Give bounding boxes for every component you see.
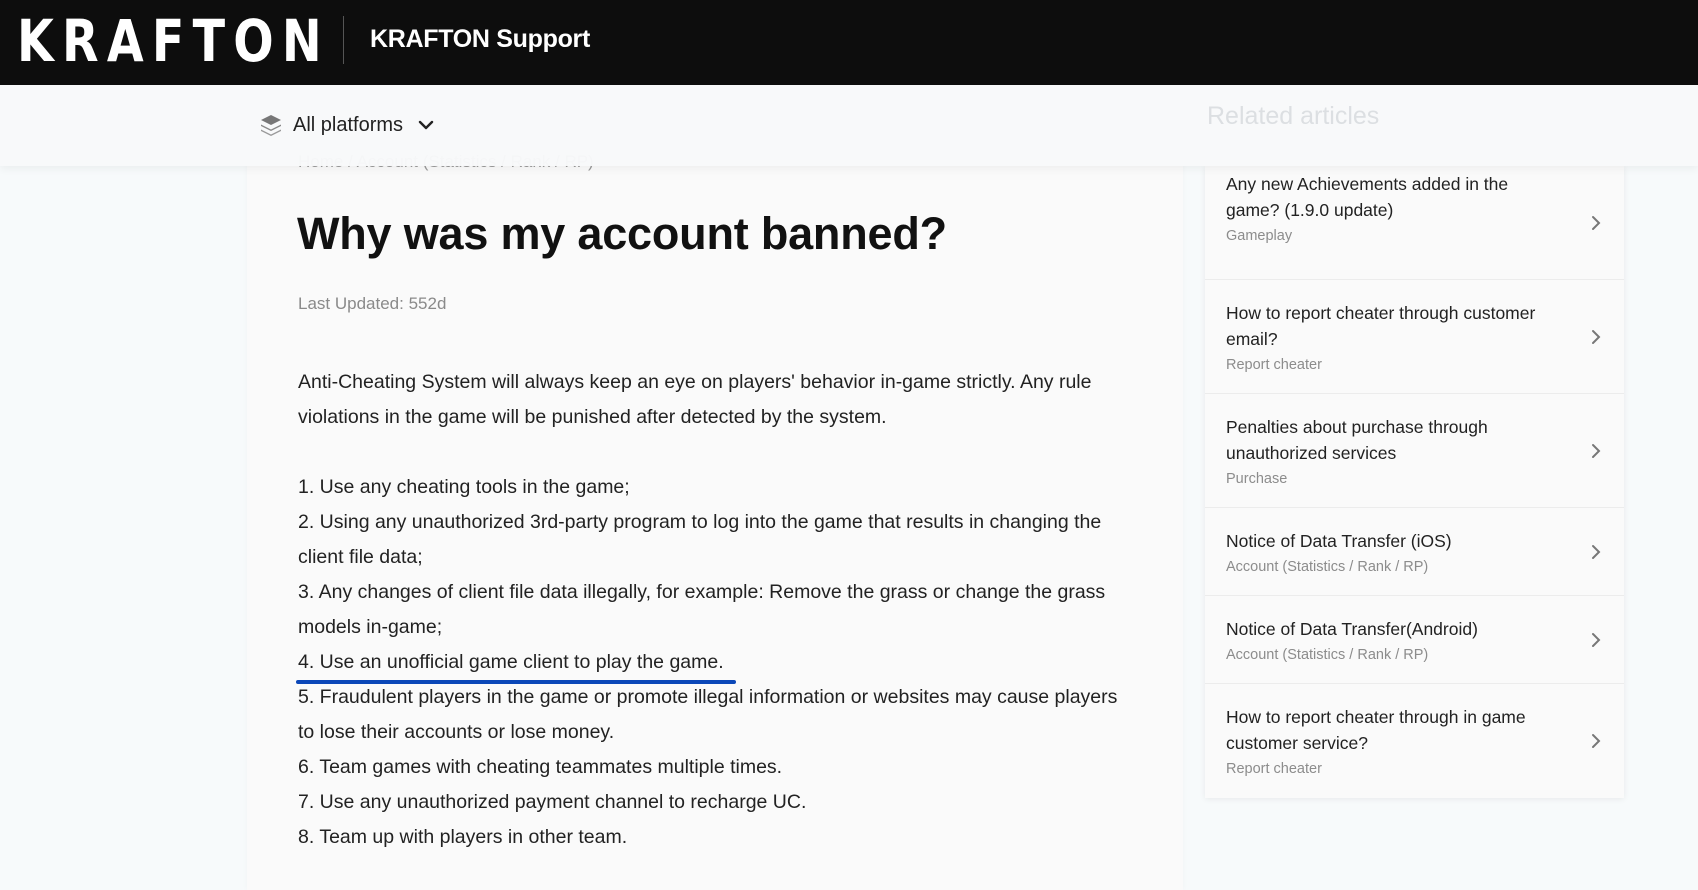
chevron-right-icon: [1592, 215, 1601, 230]
list-item: 5. Fraudulent players in the game or pro…: [298, 686, 1118, 743]
list-item: 6. Team games with cheating teammates mu…: [298, 756, 783, 778]
related-article-category: Report cheater: [1226, 761, 1322, 777]
chevron-right-icon: [1592, 734, 1601, 748]
chevron-down-icon: [418, 120, 434, 130]
related-article-item[interactable]: How to report cheater through customer e…: [1205, 280, 1624, 394]
related-article-title: Any new Achievements added in the game? …: [1226, 174, 1509, 220]
last-updated: Last Updated: 552d: [298, 294, 447, 313]
related-article-item[interactable]: Notice of Data Transfer (iOS) Account (S…: [1205, 508, 1624, 596]
related-article-item[interactable]: Notice of Data Transfer(Android) Account…: [1205, 596, 1624, 684]
chevron-right-icon: [1592, 443, 1601, 458]
related-article-title: How to report cheater through in game cu…: [1226, 707, 1526, 753]
site-title[interactable]: KRAFTON Support: [370, 25, 590, 54]
related-article-item[interactable]: Any new Achievements added in the game? …: [1205, 166, 1624, 280]
krafton-logo[interactable]: KRAFTON: [17, 12, 330, 70]
list-item: 2. Using any unauthorized 3rd-party prog…: [298, 511, 1102, 568]
header-divider: [343, 16, 344, 64]
related-article-category: Report cheater: [1226, 357, 1322, 373]
related-articles-heading: Related articles: [1207, 102, 1380, 130]
list-item: 7. Use any unauthorized payment channel …: [298, 791, 807, 813]
list-item-highlighted: 4. Use an unofficial game client to play…: [296, 645, 736, 684]
platform-label: All platforms: [293, 113, 404, 136]
top-header: KRAFTON KRAFTON Support: [0, 0, 1698, 85]
layers-icon: [261, 115, 281, 136]
related-articles-list: Any new Achievements added in the game? …: [1205, 166, 1624, 798]
list-item: 8. Team up with players in other team.: [298, 826, 628, 848]
article-body: Anti-Cheating System will always keep an…: [296, 365, 1128, 855]
related-article-title: Notice of Data Transfer (iOS): [1226, 531, 1452, 551]
related-article-title: Notice of Data Transfer(Android): [1226, 619, 1478, 639]
chevron-right-icon: [1592, 329, 1601, 344]
related-article-title: Penalties about purchase through unautho…: [1226, 417, 1488, 463]
article-content: Home / Account (Statistics / Rank / RP) …: [247, 130, 1183, 890]
related-article-category: Account (Statistics / Rank / RP): [1226, 559, 1429, 575]
related-article-item[interactable]: How to report cheater through in game cu…: [1205, 684, 1624, 798]
chevron-right-icon: [1592, 544, 1601, 559]
chevron-right-icon: [1592, 632, 1601, 647]
list-item: 3. Any changes of client file data illeg…: [298, 581, 1106, 638]
related-article-item[interactable]: Penalties about purchase through unautho…: [1205, 394, 1624, 508]
platform-selector[interactable]: All platforms: [259, 107, 435, 143]
related-article-title: How to report cheater through customer e…: [1226, 303, 1536, 349]
sub-navigation-bar: All platforms Related articles: [0, 85, 1698, 166]
page-title: Why was my account banned?: [297, 208, 947, 259]
list-item: 1. Use any cheating tools in the game;: [298, 476, 630, 498]
related-article-category: Account (Statistics / Rank / RP): [1226, 647, 1429, 663]
intro-paragraph: Anti-Cheating System will always keep an…: [298, 371, 1092, 428]
related-article-category: Gameplay: [1226, 228, 1293, 244]
related-article-category: Purchase: [1226, 471, 1288, 487]
